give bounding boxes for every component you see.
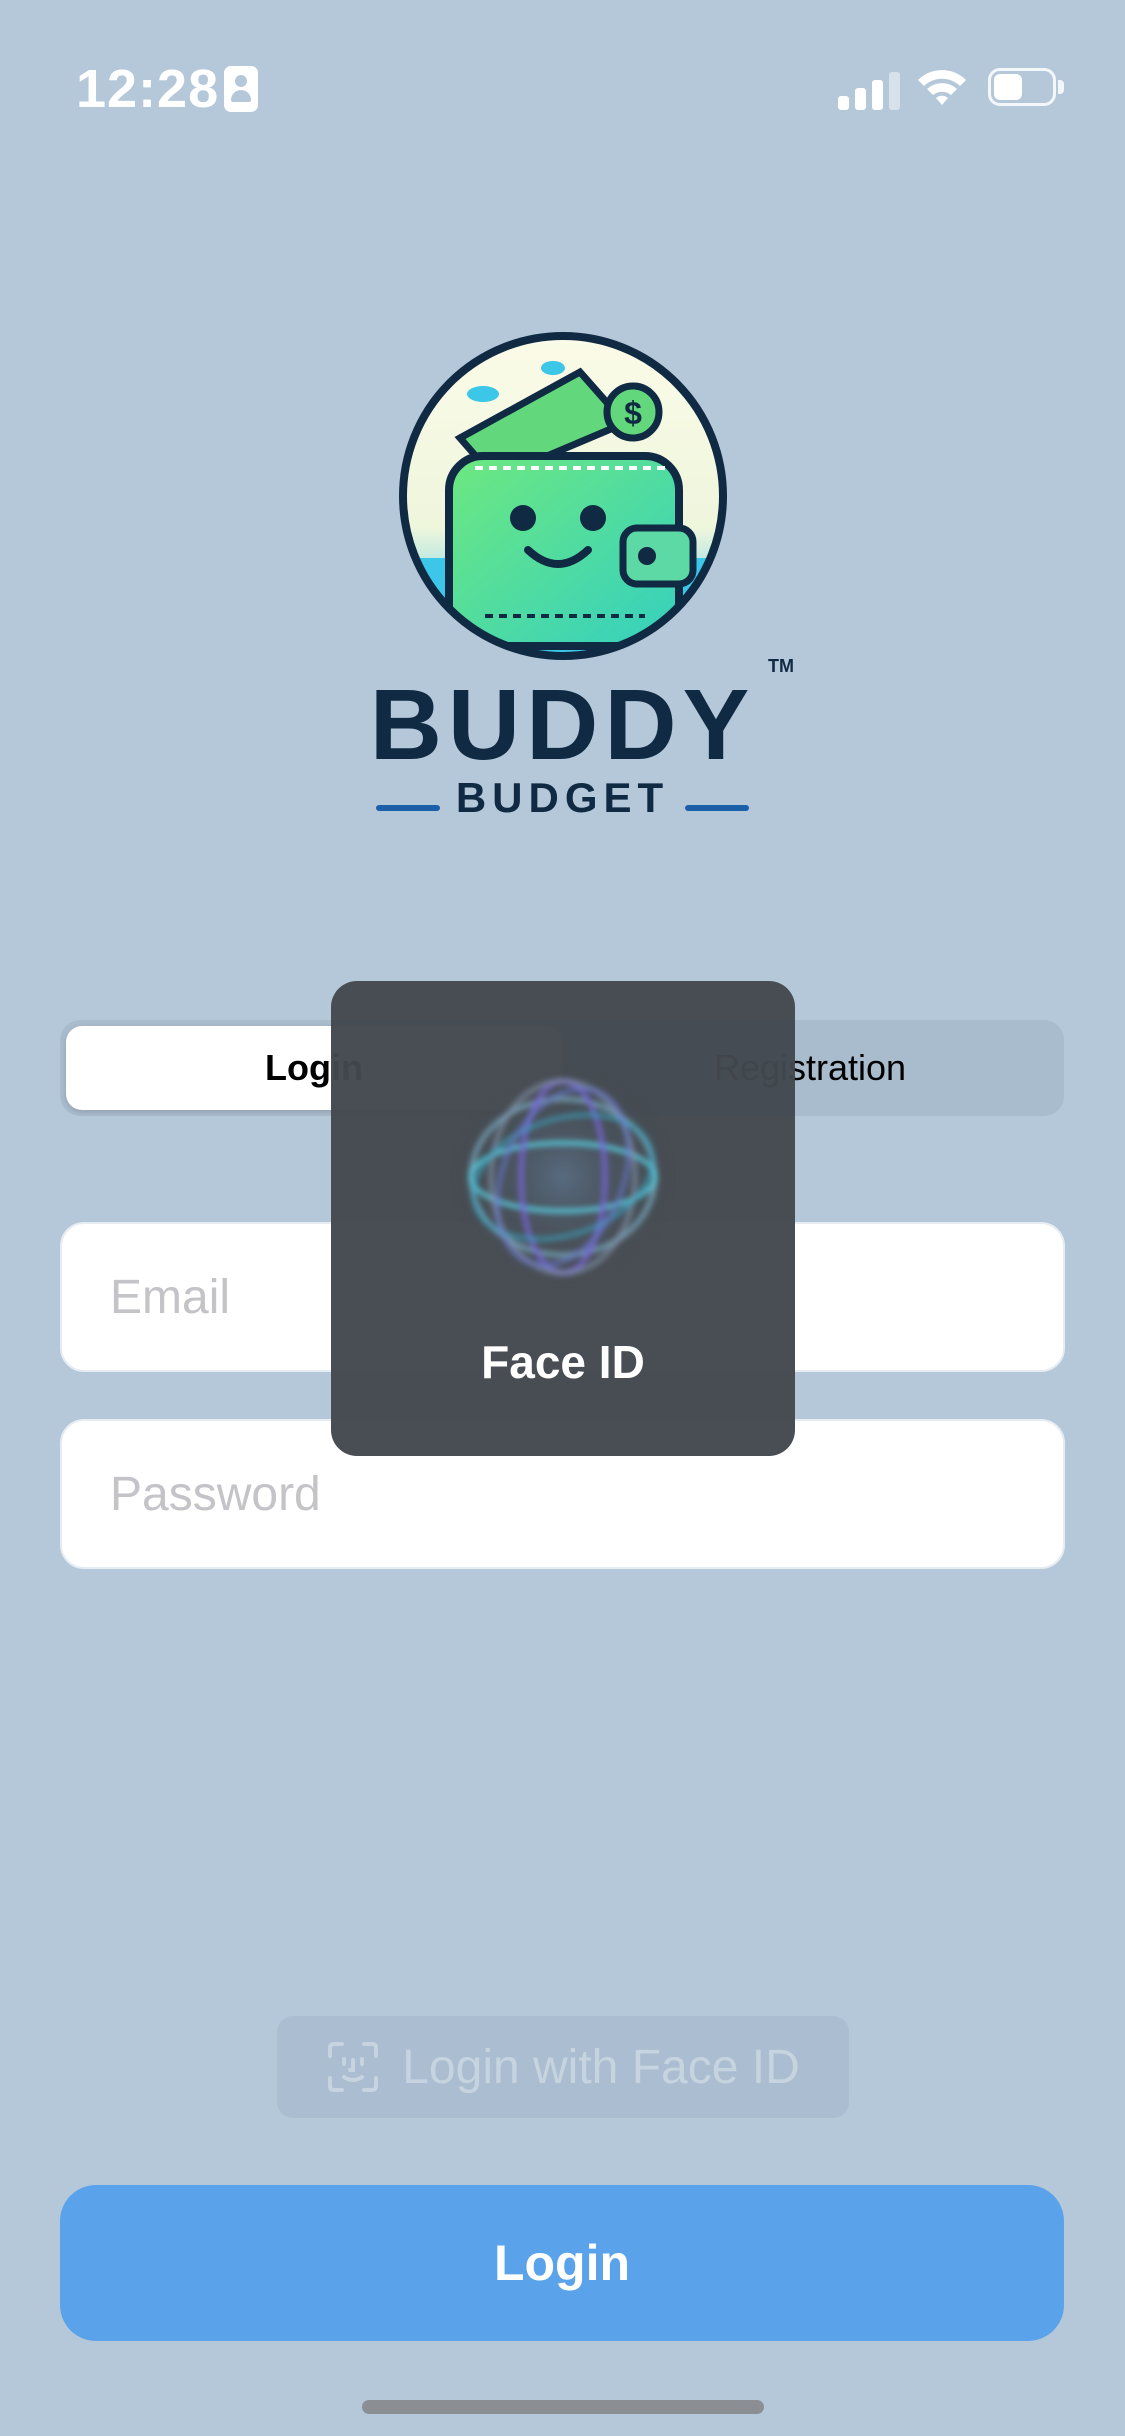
brand-subtitle: BUDGET [455,774,670,821]
login-button[interactable]: Login [60,2185,1064,2341]
face-id-scan-icon [453,1067,673,1287]
wifi-icon [918,70,966,105]
trademark-mark: TM [768,656,794,676]
contact-card-icon [224,66,258,112]
brand-line-right [685,804,750,811]
status-time: 12:28 [76,59,220,119]
brand-line-left [375,804,440,811]
battery-icon [988,68,1068,108]
cellular-signal-icon [838,66,902,110]
buddy-budget-logo: $ [399,332,727,660]
face-id-icon [328,2042,379,2092]
face-id-overlay: Face ID [331,981,795,1456]
svg-text:$: $ [624,395,642,431]
login-with-face-id-label: Login with Face ID [402,2040,800,2094]
face-id-overlay-label: Face ID [481,1336,645,1388]
login-with-face-id-button[interactable]: Login with Face ID [277,2016,849,2118]
home-indicator[interactable] [362,2400,764,2414]
login-button-label: Login [493,2235,631,2291]
brand-subtitle-row: BUDGET [0,774,1125,822]
brand-title: BUDDY [369,669,756,781]
